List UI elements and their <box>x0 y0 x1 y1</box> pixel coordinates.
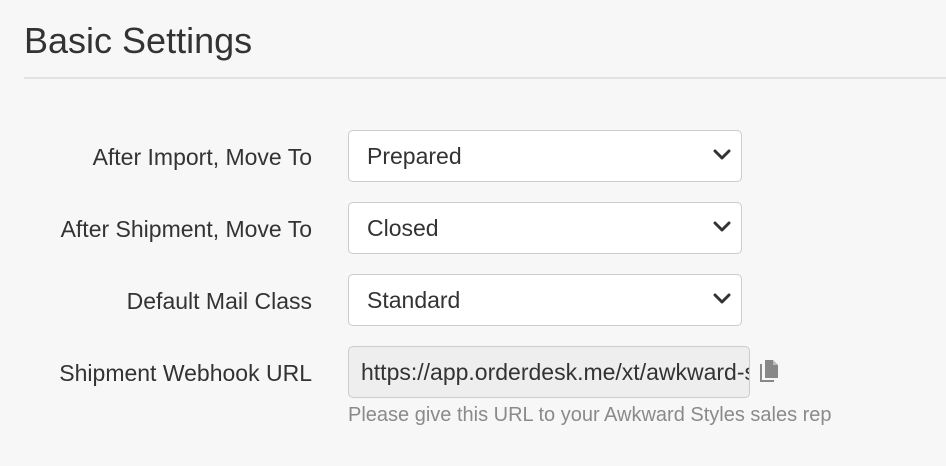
chevron-down-icon <box>713 293 731 304</box>
title-divider <box>24 77 946 79</box>
mail-class-selected-value: Standard <box>367 287 461 313</box>
webhook-url-value: https://app.orderdesk.me/xt/awkward-styl… <box>361 359 749 385</box>
webhook-url-field[interactable]: https://app.orderdesk.me/xt/awkward-styl… <box>348 346 750 398</box>
after-import-label: After Import, Move To <box>92 144 312 170</box>
mail-class-select[interactable]: Standard <box>348 274 742 326</box>
webhook-label: Shipment Webhook URL <box>59 360 312 386</box>
after-import-row: After Import, Move To Prepared <box>0 130 946 184</box>
mail-class-label: Default Mail Class <box>126 288 312 314</box>
section-title: Basic Settings <box>24 20 253 61</box>
after-shipment-row: After Shipment, Move To Closed <box>0 202 946 256</box>
chevron-down-icon <box>713 149 731 160</box>
copy-icon[interactable] <box>757 358 781 384</box>
after-import-selected-value: Prepared <box>367 143 462 169</box>
after-shipment-select[interactable]: Closed <box>348 202 742 254</box>
webhook-help-text: Please give this URL to your Awkward Sty… <box>348 404 832 426</box>
after-shipment-selected-value: Closed <box>367 215 439 241</box>
basic-settings-panel: Basic Settings After Import, Move To Pre… <box>0 0 946 466</box>
webhook-row: Shipment Webhook URL https://app.orderde… <box>0 346 946 400</box>
after-shipment-label: After Shipment, Move To <box>60 216 312 242</box>
chevron-down-icon <box>713 221 731 232</box>
after-import-select[interactable]: Prepared <box>348 130 742 182</box>
mail-class-row: Default Mail Class Standard <box>0 274 946 328</box>
